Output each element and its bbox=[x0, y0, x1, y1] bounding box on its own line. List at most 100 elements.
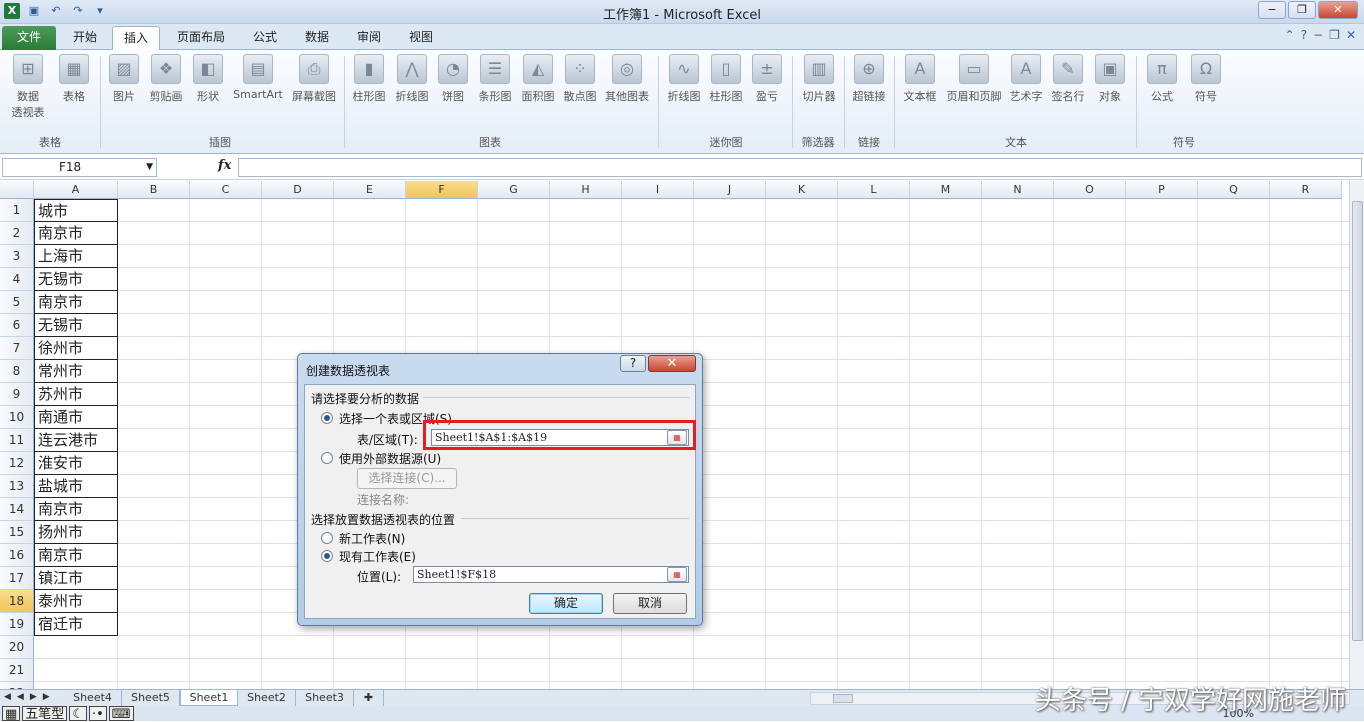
row-header-19[interactable]: 19 bbox=[0, 613, 34, 636]
symbol-button[interactable]: Ω 符号 bbox=[1186, 54, 1226, 104]
row-header-18[interactable]: 18 bbox=[0, 590, 34, 613]
row-header-20[interactable]: 20 bbox=[0, 636, 34, 659]
hyperlink-button[interactable]: ⊕ 超链接 bbox=[848, 54, 890, 104]
sheet-tab[interactable]: Sheet3 bbox=[296, 690, 354, 706]
cell-a18[interactable]: 泰州市 bbox=[34, 590, 118, 613]
sparkline-line-button[interactable]: ∿ 折线图 bbox=[664, 54, 704, 104]
row-header-15[interactable]: 15 bbox=[0, 521, 34, 544]
column-header-p[interactable]: P bbox=[1126, 181, 1198, 199]
ime-mode[interactable]: 五笔型 bbox=[22, 706, 68, 722]
other-charts-button[interactable]: ◎ 其他图表 bbox=[602, 54, 652, 104]
row-header-9[interactable]: 9 bbox=[0, 383, 34, 406]
row-header-14[interactable]: 14 bbox=[0, 498, 34, 521]
column-header-g[interactable]: G bbox=[478, 181, 550, 199]
row-header-6[interactable]: 6 bbox=[0, 314, 34, 337]
row-header-17[interactable]: 17 bbox=[0, 567, 34, 590]
tab-review[interactable]: 审阅 bbox=[346, 26, 392, 50]
radio-new-worksheet[interactable] bbox=[321, 532, 333, 544]
bar-chart-button[interactable]: ☰ 条形图 bbox=[474, 54, 516, 104]
column-header-e[interactable]: E bbox=[334, 181, 406, 199]
radio-external-source[interactable] bbox=[321, 452, 333, 464]
keyboard-icon[interactable]: ⌨ bbox=[108, 706, 134, 722]
tab-page-layout[interactable]: 页面布局 bbox=[166, 26, 236, 50]
cell-a6[interactable]: 无锡市 bbox=[34, 314, 118, 337]
cell-a15[interactable]: 扬州市 bbox=[34, 521, 118, 544]
sparkline-winloss-button[interactable]: ± 盈亏 bbox=[750, 54, 784, 104]
cell-a7[interactable]: 徐州市 bbox=[34, 337, 118, 360]
minimize-icon[interactable]: − bbox=[1258, 1, 1286, 19]
restore-icon[interactable]: ❐ bbox=[1288, 1, 1316, 19]
radio-select-range[interactable] bbox=[321, 412, 333, 424]
vertical-scroll-thumb[interactable] bbox=[1352, 201, 1363, 641]
cell-a10[interactable]: 南通市 bbox=[34, 406, 118, 429]
chevron-down-icon[interactable]: ▼ bbox=[146, 159, 153, 176]
tab-home[interactable]: 开始 bbox=[62, 26, 108, 50]
screenshot-button[interactable]: ⎙ 屏幕截图 bbox=[288, 54, 340, 104]
pie-chart-button[interactable]: ◔ 饼图 bbox=[436, 54, 470, 104]
equation-button[interactable]: π 公式 bbox=[1142, 54, 1182, 104]
scatter-chart-button[interactable]: ⁘ 散点图 bbox=[560, 54, 600, 104]
column-header-b[interactable]: B bbox=[118, 181, 190, 199]
cell-a19[interactable]: 宿迁市 bbox=[34, 613, 118, 636]
column-header-a[interactable]: A bbox=[34, 181, 118, 199]
sheet-nav-arrows[interactable]: ◀◀▶▶ bbox=[4, 692, 56, 702]
row-header-8[interactable]: 8 bbox=[0, 360, 34, 383]
wordart-button[interactable]: A 艺术字 bbox=[1006, 54, 1046, 104]
column-header-r[interactable]: R bbox=[1270, 181, 1342, 199]
row-header-7[interactable]: 7 bbox=[0, 337, 34, 360]
row-header-3[interactable]: 3 bbox=[0, 245, 34, 268]
column-header-m[interactable]: M bbox=[910, 181, 982, 199]
location-input[interactable]: Sheet1!$F$18 bbox=[413, 566, 689, 583]
close-window-icon[interactable]: ✕ bbox=[1318, 1, 1358, 19]
cell-a9[interactable]: 苏州市 bbox=[34, 383, 118, 406]
tab-formulas[interactable]: 公式 bbox=[242, 26, 288, 50]
name-box[interactable]: F18 ▼ bbox=[2, 158, 157, 177]
vertical-scrollbar[interactable] bbox=[1349, 181, 1364, 689]
location-picker-icon[interactable]: ▦ bbox=[667, 567, 687, 582]
row-header-10[interactable]: 10 bbox=[0, 406, 34, 429]
column-header-k[interactable]: K bbox=[766, 181, 838, 199]
sparkline-column-button[interactable]: ▯ 柱形图 bbox=[706, 54, 746, 104]
horizontal-scroll-thumb[interactable] bbox=[833, 694, 853, 703]
column-header-q[interactable]: Q bbox=[1198, 181, 1270, 199]
row-header-1[interactable]: 1 bbox=[0, 199, 34, 222]
select-all-corner[interactable] bbox=[0, 181, 34, 199]
row-header-21[interactable]: 21 bbox=[0, 659, 34, 682]
smartart-button[interactable]: ▤ SmartArt bbox=[230, 54, 286, 101]
radio-new-worksheet-label[interactable]: 新工作表(N) bbox=[339, 530, 405, 547]
table-button[interactable]: ▦ 表格 bbox=[56, 54, 92, 104]
object-button[interactable]: ▣ 对象 bbox=[1092, 54, 1128, 104]
close-workbook-icon[interactable]: ✕ bbox=[1346, 28, 1356, 42]
cell-a5[interactable]: 南京市 bbox=[34, 291, 118, 314]
row-header-22[interactable]: 22 bbox=[0, 682, 34, 689]
pivottable-button[interactable]: ⊞ 数据 透视表 bbox=[6, 54, 50, 120]
radio-existing-worksheet-label[interactable]: 现有工作表(E) bbox=[339, 548, 416, 565]
cell-a3[interactable]: 上海市 bbox=[34, 245, 118, 268]
cell-a8[interactable]: 常州市 bbox=[34, 360, 118, 383]
header-footer-button[interactable]: ▭ 页眉和页脚 bbox=[942, 54, 1006, 104]
tab-insert[interactable]: 插入 bbox=[112, 26, 160, 50]
cell-a12[interactable]: 淮安市 bbox=[34, 452, 118, 475]
moon-icon[interactable]: ☾ bbox=[69, 706, 87, 722]
punct-icon[interactable]: ·• bbox=[88, 706, 107, 722]
ime-toolbar[interactable]: ▦ 五笔型 ☾ ·• ⌨ bbox=[2, 706, 134, 722]
column-header-o[interactable]: O bbox=[1054, 181, 1126, 199]
column-header-h[interactable]: H bbox=[550, 181, 622, 199]
cell-a16[interactable]: 南京市 bbox=[34, 544, 118, 567]
dialog-help-button[interactable]: ? bbox=[620, 355, 646, 372]
row-header-13[interactable]: 13 bbox=[0, 475, 34, 498]
row-header-12[interactable]: 12 bbox=[0, 452, 34, 475]
sheet-tab-active[interactable]: Sheet1 bbox=[180, 690, 238, 706]
shapes-button[interactable]: ◧ 形状 bbox=[190, 54, 226, 104]
radio-external-source-label[interactable]: 使用外部数据源(U) bbox=[339, 450, 441, 467]
sheet-tab[interactable]: Sheet2 bbox=[238, 690, 296, 706]
tab-data[interactable]: 数据 bbox=[294, 26, 340, 50]
area-chart-button[interactable]: ◭ 面积图 bbox=[518, 54, 558, 104]
tab-file[interactable]: 文件 bbox=[2, 26, 56, 50]
row-header-2[interactable]: 2 bbox=[0, 222, 34, 245]
column-header-l[interactable]: L bbox=[838, 181, 910, 199]
formula-input[interactable] bbox=[238, 158, 1362, 177]
cell-a1[interactable]: 城市 bbox=[34, 199, 118, 222]
column-header-i[interactable]: I bbox=[622, 181, 694, 199]
textbox-button[interactable]: A 文本框 bbox=[900, 54, 940, 104]
